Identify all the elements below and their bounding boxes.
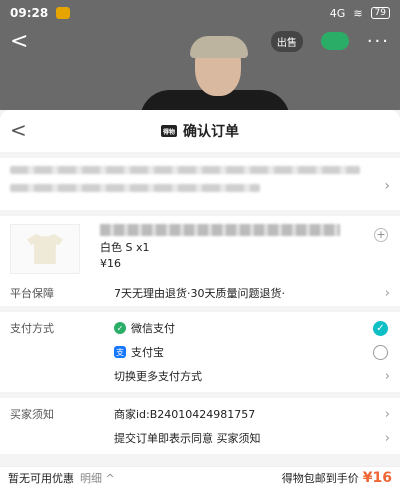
summary-label: 得物包邮到手价	[281, 471, 359, 485]
notice-card: 买家须知 商家id:B24010424981757 › 提交订单即表示同意 买家…	[0, 398, 400, 454]
notification-icon	[56, 7, 71, 19]
product-variant: 白色 S x1	[100, 241, 150, 254]
buyer-notice-link[interactable]: 提交订单即表示同意 买家须知 ›	[0, 426, 400, 450]
product-card: 白色 S x1 ¥16 +	[0, 216, 400, 280]
payment-card: 支付方式 ✓ 微信支付 ✓ 支 支付宝 切换更多支付方式 ›	[0, 312, 400, 392]
status-bar: 09:28 4G ≋ 79	[0, 0, 400, 26]
address-card[interactable]: ›	[0, 158, 400, 210]
guarantee-label: 平台保障	[10, 287, 54, 300]
sheet-back-button[interactable]: <	[10, 118, 27, 142]
chevron-right-icon: ›	[384, 430, 390, 446]
sheet-header: < 得物 确认订单	[0, 110, 400, 152]
back-button[interactable]: <	[10, 29, 28, 54]
background-nav: < 出售 ···	[0, 26, 400, 56]
coupon-text: 暂无可用优惠	[8, 471, 74, 485]
add-quantity-button[interactable]: +	[374, 228, 388, 242]
price-detail-button[interactable]: 明细 ^	[80, 470, 115, 486]
dewu-logo-icon: 得物	[161, 125, 177, 137]
chevron-right-icon: ›	[384, 406, 390, 422]
signal-icon: 4G	[329, 6, 346, 20]
notice-label: 买家须知	[10, 408, 54, 421]
tshirt-image	[27, 234, 63, 264]
payment-option-name: 支付宝	[131, 346, 164, 359]
status-time: 09:28	[10, 6, 49, 20]
wechat-share-icon[interactable]	[320, 32, 349, 50]
confirm-order-sheet: < 得物 确认订单 › 白色 S x1 ¥16 + 平台保障 7天无理由退货·3…	[0, 110, 400, 488]
selected-check-icon[interactable]: ✓	[373, 320, 388, 336]
product-name-blurred	[100, 224, 340, 236]
agreement-text: 提交订单即表示同意 买家须知	[114, 432, 261, 445]
more-icon[interactable]: ···	[367, 31, 390, 52]
payment-option-name: 微信支付	[131, 322, 175, 335]
payment-option-alipay[interactable]: 支 支付宝	[0, 340, 400, 364]
page-title: 得物 确认订单	[161, 121, 239, 141]
chevron-right-icon: ›	[384, 178, 390, 194]
background-page: 09:28 4G ≋ 79 < 出售 ···	[0, 0, 400, 110]
bottom-bar: 暂无可用优惠 明细 ^ 得物包邮到手价 ¥16	[0, 466, 400, 488]
total-price: ¥16	[362, 469, 392, 486]
chevron-right-icon: ›	[384, 368, 390, 384]
product-price: ¥16	[100, 257, 121, 270]
address-line-blurred	[10, 184, 260, 192]
guarantee-value: 7天无理由退货·30天质量问题退货·	[114, 287, 285, 300]
wifi-icon: ≋	[353, 6, 363, 20]
sell-button[interactable]: 出售	[270, 30, 303, 52]
battery-icon: 79	[370, 7, 390, 19]
payment-option-wechat[interactable]: 支付方式 ✓ 微信支付 ✓	[0, 316, 400, 340]
more-payment-label: 切换更多支付方式	[114, 370, 202, 383]
chevron-right-icon: ›	[384, 285, 390, 301]
merchant-id: 商家id:B24010424981757	[114, 408, 256, 421]
unselected-radio[interactable]	[373, 344, 388, 360]
more-payment-methods[interactable]: 切换更多支付方式 ›	[0, 364, 400, 388]
sheet-title-text: 确认订单	[183, 124, 239, 140]
guarantee-card[interactable]: 平台保障 7天无理由退货·30天质量问题退货· ›	[0, 280, 400, 306]
payment-label: 支付方式	[10, 322, 54, 335]
wechat-pay-icon: ✓	[114, 322, 126, 334]
alipay-icon: 支	[114, 346, 126, 358]
address-line-blurred	[10, 166, 360, 174]
product-thumbnail	[10, 224, 80, 274]
